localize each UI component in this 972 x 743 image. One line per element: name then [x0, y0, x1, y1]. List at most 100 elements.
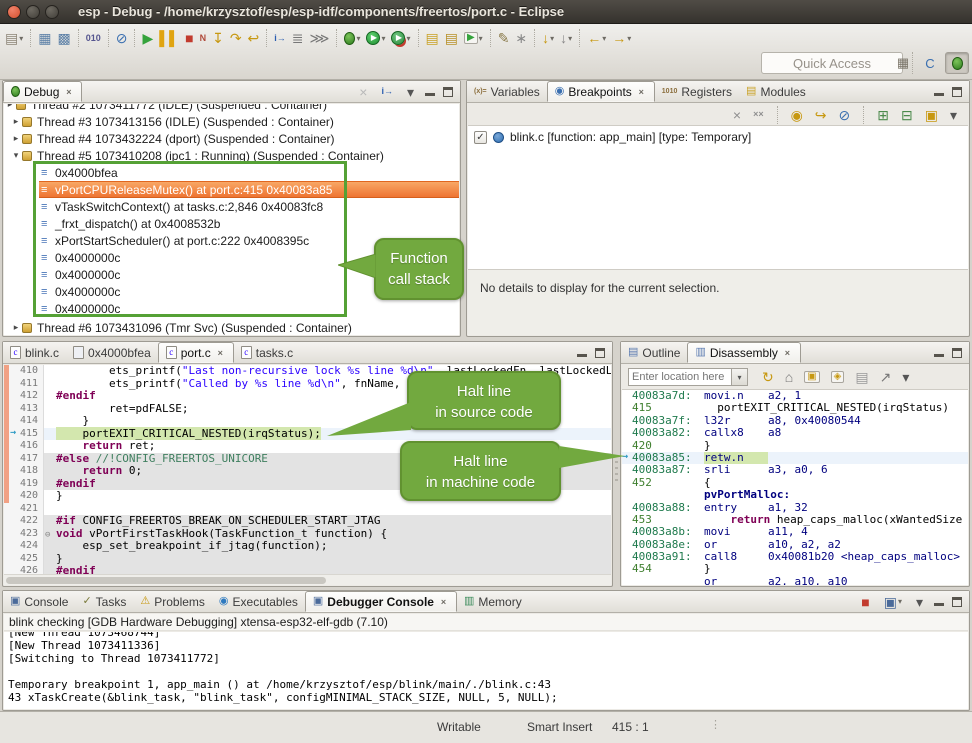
use-step-filters-icon[interactable]: ⋙ — [307, 27, 333, 49]
debug-perspective-icon[interactable] — [945, 52, 969, 74]
expand-all-icon[interactable]: ⊞ — [874, 104, 892, 126]
disassembly-line[interactable]: 40083a87:srlia3, a0, 6 — [622, 464, 968, 476]
next-annotation-icon[interactable]: ↓▾ — [557, 27, 575, 49]
minimize-button[interactable] — [934, 597, 944, 607]
save-all-icon[interactable]: ▩ — [54, 27, 73, 49]
dropdown-arrow-icon[interactable]: ▾ — [19, 34, 23, 43]
tab-0x4000bfea[interactable]: 0x4000bfea — [66, 342, 158, 363]
close-icon[interactable] — [438, 596, 449, 607]
tab-console[interactable]: ▣ Console — [3, 591, 75, 612]
close-icon[interactable] — [63, 86, 74, 97]
skip-all-breakpoints-icon[interactable]: ⊘ — [113, 27, 131, 49]
code-line[interactable]: 426 #endif — [4, 565, 611, 574]
terminate-icon[interactable]: ■ — [858, 591, 872, 613]
maximize-button[interactable] — [952, 597, 962, 607]
line-number-gutter[interactable]: 424 — [4, 540, 44, 553]
line-number-gutter[interactable]: →415 — [4, 428, 44, 441]
new-wizard-icon[interactable]: ▤▾ — [2, 27, 26, 49]
open-perspective-icon[interactable]: ▦ — [891, 52, 915, 74]
horizontal-scrollbar[interactable] — [4, 574, 611, 585]
refresh-icon[interactable]: ↻ — [759, 366, 777, 388]
show-breakpoint-types-icon[interactable]: ◉ — [788, 104, 806, 126]
breakpoint-item[interactable]: blink.c [function: app_main] [type: Temp… — [468, 126, 968, 148]
dropdown-arrow-icon[interactable]: ▾ — [406, 34, 410, 43]
instruction-stepping-icon[interactable]: i→ — [271, 27, 289, 49]
location-input[interactable] — [628, 368, 732, 386]
last-edit-location-icon[interactable]: ↓▾ — [539, 27, 557, 49]
dropdown-arrow-icon[interactable]: ▾ — [627, 34, 631, 43]
new-project-icon[interactable]: ▤ — [423, 27, 442, 49]
mark-occurrences-icon[interactable]: ∗ — [512, 27, 530, 49]
tab-registers[interactable]: 1010 Registers — [655, 81, 739, 102]
show-source-lookup-icon[interactable]: ≣ — [289, 27, 307, 49]
forward-icon[interactable]: →▾ — [609, 27, 634, 49]
stack-frame[interactable]: ≡ vTaskSwitchContext() at tasks.c:2,846 … — [39, 198, 459, 215]
stack-frame[interactable]: ≡ 0x4000bfea — [39, 164, 459, 181]
expand-arrow-icon[interactable]: ▸ — [10, 116, 22, 127]
window-maximize-button[interactable] — [45, 5, 59, 19]
skip-all-breakpoints-icon[interactable]: ⊘ — [836, 104, 854, 126]
line-number-gutter[interactable]: 419 — [4, 478, 44, 491]
tree-item-thread[interactable]: ▸ Thread #6 1073431096 (Tmr Svc) (Suspen… — [4, 319, 459, 335]
line-number-gutter[interactable]: 426 — [4, 565, 44, 574]
expand-arrow-icon[interactable]: ▾ — [10, 150, 22, 161]
remove-breakpoint-icon[interactable]: × — [730, 104, 744, 126]
quick-access-button[interactable]: Quick Access — [761, 52, 903, 74]
dropdown-arrow-icon[interactable]: ▾ — [381, 34, 385, 43]
location-dropdown-icon[interactable]: ▾ — [732, 368, 748, 386]
window-close-button[interactable] — [7, 5, 21, 19]
export-icon[interactable]: ↗ — [877, 366, 895, 388]
maximize-button[interactable] — [595, 348, 605, 358]
dropdown-arrow-icon[interactable]: ▾ — [898, 597, 902, 606]
tab-debug[interactable]: Debug — [3, 81, 82, 102]
console-output[interactable]: [New Thread 1073468744][New Thread 10734… — [4, 632, 968, 709]
tree-item-thread[interactable]: ▾ Thread #5 1073410208 (ipc1 : Running) … — [4, 147, 459, 164]
line-number-gutter[interactable]: 422 — [4, 515, 44, 528]
dropdown-arrow-icon[interactable]: ▾ — [550, 34, 554, 43]
link-with-debug-icon[interactable]: ▣ — [922, 104, 941, 126]
remove-all-terminated-icon[interactable]: × — [356, 81, 370, 103]
minimize-button[interactable] — [577, 348, 587, 358]
line-number-gutter[interactable]: 412 — [4, 390, 44, 403]
external-tools-icon[interactable]: ▶▾ — [461, 27, 486, 49]
line-number-gutter[interactable]: 425 — [4, 553, 44, 566]
line-number-gutter[interactable]: 411 — [4, 378, 44, 391]
window-minimize-button[interactable] — [26, 5, 40, 19]
tab-executables[interactable]: ◉ Executables — [212, 591, 305, 612]
stack-frame[interactable]: ≡ vPortCPUReleaseMutex() at port.c:415 0… — [39, 181, 459, 198]
line-number-gutter[interactable]: 418 — [4, 465, 44, 478]
tree-item-thread[interactable]: ▸ Thread #4 1073432224 (dport) (Suspende… — [4, 130, 459, 147]
tab-disassembly[interactable]: ▥ Disassembly — [687, 342, 800, 363]
tree-item-thread[interactable]: ▸ Thread #3 1073413156 (IDLE) (Suspended… — [4, 113, 459, 130]
line-number-gutter[interactable]: 410 — [4, 365, 44, 378]
display-console-icon[interactable]: ▣▾ — [881, 591, 905, 613]
tab-blink-c[interactable]: blink.c — [3, 342, 66, 363]
close-icon[interactable] — [782, 347, 793, 358]
debug-icon[interactable]: ▾ — [341, 27, 363, 49]
maximize-button[interactable] — [443, 87, 453, 97]
stack-frame[interactable]: ≡ 0x4000000c — [39, 300, 459, 317]
disassembly-body[interactable]: 40083a7d:movi.na2, 1415 portEXIT_CRITICA… — [622, 390, 968, 585]
back-icon[interactable]: ←▾ — [584, 27, 609, 49]
tab-breakpoints[interactable]: ◉ Breakpoints — [547, 81, 655, 102]
line-number-gutter[interactable]: 413 — [4, 403, 44, 416]
tab-memory[interactable]: ▥ Memory — [457, 591, 529, 612]
minimize-button[interactable] — [425, 87, 435, 97]
disassembly-line[interactable]: 40083a82:callx8a8 — [622, 427, 968, 439]
tab-tasks[interactable]: ✓ Tasks — [75, 591, 133, 612]
close-icon[interactable] — [215, 347, 226, 358]
resume-icon[interactable]: ▶ — [139, 27, 156, 49]
disconnect-icon[interactable]: N — [197, 27, 210, 49]
dropdown-arrow-icon[interactable]: ▾ — [602, 34, 606, 43]
collapse-all-icon[interactable]: ⊟ — [898, 104, 916, 126]
expand-arrow-icon[interactable]: ▸ — [10, 322, 22, 333]
line-number-gutter[interactable]: 416 — [4, 440, 44, 453]
instruction-stepping-mode-icon[interactable]: i→ — [378, 81, 396, 103]
close-icon[interactable] — [636, 86, 647, 97]
dropdown-arrow-icon[interactable]: ▾ — [568, 34, 572, 43]
save-icon[interactable]: ▦ — [35, 27, 54, 49]
line-number-gutter[interactable]: 423 — [4, 528, 44, 541]
code-line[interactable]: 424 esp_set_breakpoint_if_jtag(function)… — [4, 540, 611, 553]
pencil-icon[interactable]: ✎ — [495, 27, 513, 49]
terminate-icon[interactable]: ■ — [182, 27, 196, 49]
